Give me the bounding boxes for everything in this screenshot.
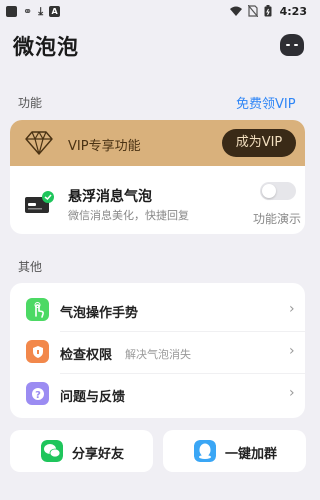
become-vip-button[interactable]: 成为VIP [222,129,296,157]
chevron-right-icon: › [289,343,295,359]
floating-bubble-subtitle: 微信消息美化，快捷回复 [68,209,189,222]
download-icon: ⤓ [38,4,44,18]
status-time: 4:23 [279,4,307,18]
join-group-button[interactable]: 一键加群 [163,430,306,472]
join-group-label: 一键加群 [225,447,278,462]
chevron-right-icon: › [289,385,295,401]
app-title: 微泡泡 [13,35,79,59]
feature-demo-link[interactable]: 功能演示 [253,210,301,227]
qq-icon [194,440,216,462]
list-item-gesture[interactable]: 气泡操作手势 › [10,289,305,331]
status-bar-right: 4:23 [229,4,307,18]
feature-card: VIP专享功能 成为VIP 悬浮消息气泡 微信消息美化，快捷回复 功能演示 [10,120,305,234]
section-label-other: 其他 [18,260,43,274]
app-square-icon [6,5,17,17]
wechat-icon [41,440,63,462]
no-sim-icon [247,5,258,17]
other-card: 气泡操作手势 › 检查权限 解决气泡消失 › ? 问题与反馈 › [10,283,305,418]
svg-text:?: ? [35,390,41,401]
free-vip-link[interactable]: 免费领VIP [236,93,296,112]
vip-banner-label: VIP专享功能 [68,139,141,154]
list-item-permission[interactable]: 检查权限 解决气泡消失 › [10,331,305,373]
a-badge-icon: A [49,5,61,17]
diamond-icon [25,131,53,155]
gesture-icon [26,298,49,321]
chevron-right-icon: › [289,301,295,317]
help-icon: ? [26,382,49,405]
battery-icon [264,5,272,17]
menu-icon[interactable] [280,34,304,56]
status-bar: ⚭ ⤓ A 4:23 [0,0,315,22]
floating-bubble-icon [25,191,54,213]
vip-banner[interactable]: VIP专享功能 成为VIP [10,120,305,166]
permission-icon [26,340,49,363]
toggle-knob [262,184,276,198]
section-label-features: 功能 [18,96,43,110]
share-friends-label: 分享好友 [72,447,125,462]
list-item-feedback[interactable]: ? 问题与反馈 › [10,373,305,415]
list-item-subtitle: 解决气泡消失 [125,348,191,361]
floating-bubble-title: 悬浮消息气泡 [68,189,152,205]
notification-glyph-icon: ⚭ [23,4,33,18]
status-bar-left: ⚭ ⤓ A [6,4,61,18]
share-friends-button[interactable]: 分享好友 [10,430,153,472]
list-item-title: 检查权限 [60,348,113,363]
list-item-title: 气泡操作手势 [60,306,139,321]
list-item-title: 问题与反馈 [60,390,126,405]
wifi-icon [229,6,242,16]
floating-bubble-toggle[interactable] [260,182,296,200]
